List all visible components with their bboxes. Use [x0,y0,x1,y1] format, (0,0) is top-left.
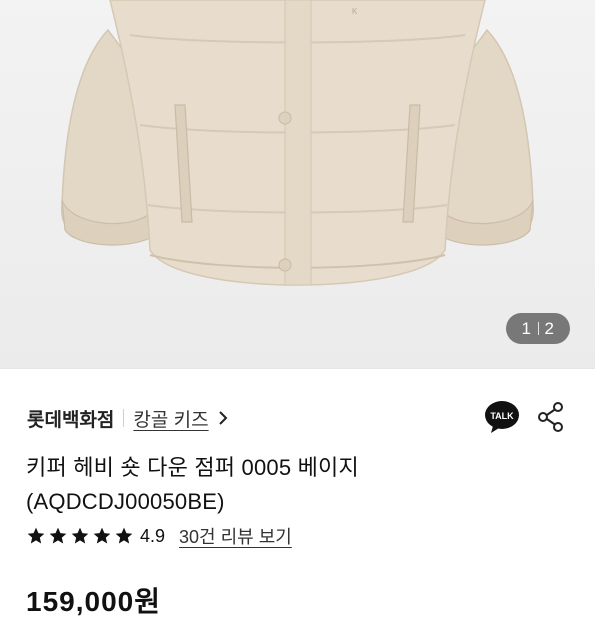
star-icon [71,527,89,544]
product-image-carousel[interactable]: K 1 2 [0,0,595,368]
store-brand-row: 롯데백화점 캉골 키즈 [27,404,229,432]
image-counter-divider [537,322,539,335]
rating-score: 4.9 [140,525,166,546]
price: 159,000원 [26,586,161,617]
share-icon[interactable] [537,402,565,432]
star-icon [93,527,111,544]
talk-label: TALK [490,411,514,421]
section-divider [0,368,595,369]
store-divider [123,409,125,427]
star-icon [27,527,45,544]
svg-text:K: K [352,7,358,16]
star-icon [49,527,67,544]
store-name[interactable]: 롯데백화점 [27,405,114,432]
product-title-line1: 키퍼 헤비 숏 다운 점퍼 0005 베이지 [26,455,359,480]
product-title: 키퍼 헤비 숏 다운 점퍼 0005 베이지 (AQDCDJ00050BE) [26,451,566,519]
reviews-link[interactable]: 30건 리뷰 보기 [179,523,292,549]
product-image: K [61,0,534,286]
star-icon [115,527,133,544]
star-rating [26,526,134,546]
brand-link[interactable]: 캉골 키즈 [133,405,208,432]
chevron-right-icon[interactable] [217,410,229,426]
kakaotalk-icon[interactable]: TALK [484,400,520,434]
image-counter-current: 1 [521,318,532,338]
product-title-line2: (AQDCDJ00050BE) [26,489,225,514]
image-counter: 1 2 [506,313,570,344]
image-counter-total: 2 [544,318,555,338]
rating-row: 4.9 30건 리뷰 보기 [26,522,292,550]
